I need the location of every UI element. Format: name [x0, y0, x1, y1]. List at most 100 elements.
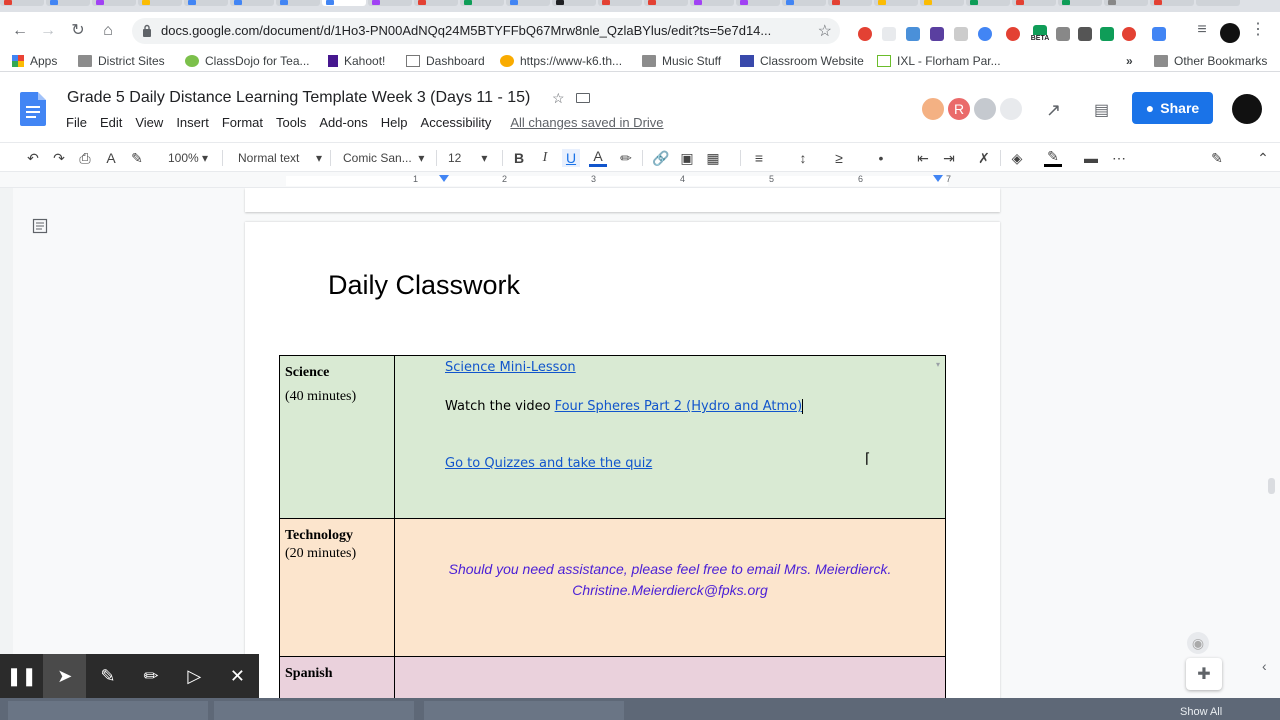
- beta-extension-icon[interactable]: BETA: [1028, 25, 1052, 45]
- bookmark-link[interactable]: ClassDojo for Tea...: [185, 54, 310, 68]
- bookmark-link[interactable]: Classroom Website: [740, 54, 864, 68]
- browser-tab[interactable]: [138, 0, 182, 6]
- menu-addons[interactable]: Add-ons: [319, 115, 367, 130]
- close-icon[interactable]: ✕: [216, 654, 259, 698]
- reading-list-icon[interactable]: ≡: [1192, 20, 1212, 40]
- menu-insert[interactable]: Insert: [176, 115, 209, 130]
- collaborator-avatar[interactable]: R: [946, 96, 972, 122]
- pen-icon[interactable]: ✎: [86, 654, 129, 698]
- browser-tab[interactable]: [828, 0, 872, 6]
- paint-format-icon[interactable]: ✎: [128, 149, 146, 167]
- extension-icon[interactable]: [978, 27, 992, 41]
- scrollbar-thumb[interactable]: [1268, 478, 1275, 494]
- extension-icon[interactable]: [1078, 27, 1092, 41]
- browser-tab[interactable]: [920, 0, 964, 6]
- line-spacing-icon[interactable]: ↕: [794, 149, 812, 167]
- menu-tools[interactable]: Tools: [276, 115, 306, 130]
- zoom-select[interactable]: 100% ▾: [168, 149, 208, 167]
- collapse-menus-icon[interactable]: ⌃: [1254, 149, 1272, 167]
- bookmark-link[interactable]: IXL - Florham Par...: [877, 54, 1001, 68]
- save-status[interactable]: All changes saved in Drive: [510, 115, 663, 130]
- browser-tab[interactable]: [874, 0, 918, 6]
- browser-tab[interactable]: [46, 0, 90, 6]
- extension-icon[interactable]: [1122, 27, 1136, 41]
- border-dash-icon[interactable]: ⋯: [1110, 149, 1128, 167]
- browser-tab[interactable]: [184, 0, 228, 6]
- new-tab-button[interactable]: [1196, 0, 1240, 6]
- more-collaborators-avatar[interactable]: [998, 96, 1024, 122]
- download-item[interactable]: [424, 701, 624, 720]
- kebab-menu-icon[interactable]: ⋮: [1248, 20, 1268, 40]
- right-indent-marker[interactable]: [933, 175, 943, 182]
- decrease-indent-icon[interactable]: ⇤: [914, 149, 932, 167]
- print-icon[interactable]: ⎙: [76, 149, 94, 167]
- star-icon[interactable]: ☆: [552, 90, 565, 106]
- collaborator-avatar[interactable]: [920, 96, 946, 122]
- profile-avatar[interactable]: [1220, 23, 1240, 43]
- download-item[interactable]: [8, 701, 208, 720]
- expand-side-panel-icon[interactable]: ‹: [1262, 658, 1267, 674]
- document-title[interactable]: Grade 5 Daily Distance Learning Template…: [67, 89, 530, 107]
- numbered-list-icon[interactable]: ≥: [830, 149, 848, 167]
- document-page[interactable]: Daily Classwork Science (40 minutes) Sci…: [245, 222, 1000, 698]
- align-icon[interactable]: ≡: [750, 149, 768, 167]
- undo-icon[interactable]: ↶: [24, 149, 42, 167]
- address-bar[interactable]: docs.google.com/document/d/1Ho3-PN00AdNQ…: [132, 18, 840, 44]
- browser-tab[interactable]: [506, 0, 550, 6]
- clear-formatting-icon[interactable]: ✗: [975, 149, 993, 167]
- explore-button[interactable]: ✚: [1186, 658, 1222, 690]
- move-folder-icon[interactable]: [576, 93, 591, 103]
- extension-icon[interactable]: [954, 27, 968, 41]
- subject-cell[interactable]: Spanish: [279, 656, 395, 698]
- browser-tab[interactable]: [368, 0, 412, 6]
- bulleted-list-icon[interactable]: •: [872, 149, 890, 167]
- forward-arrow-icon[interactable]: →: [38, 21, 58, 41]
- bold-icon[interactable]: B: [510, 149, 528, 167]
- browser-tab-active[interactable]: [322, 0, 366, 6]
- italic-icon[interactable]: I: [536, 149, 554, 167]
- redo-icon[interactable]: ↷: [50, 149, 68, 167]
- browser-tab[interactable]: [644, 0, 688, 6]
- extension-icon[interactable]: [882, 27, 896, 41]
- grammar-check-icon[interactable]: ◉: [1187, 632, 1209, 654]
- browser-tab[interactable]: [276, 0, 320, 6]
- activity-cell[interactable]: [394, 656, 946, 698]
- quiz-link[interactable]: Go to Quizzes and take the quiz: [445, 456, 652, 471]
- extension-icon[interactable]: [1152, 27, 1166, 41]
- highlighter-icon[interactable]: ✏: [130, 654, 173, 698]
- pause-icon[interactable]: ❚❚: [0, 654, 43, 698]
- share-button[interactable]: ● Share: [1132, 92, 1213, 124]
- other-bookmarks[interactable]: Other Bookmarks: [1154, 54, 1267, 68]
- browser-tab[interactable]: [598, 0, 642, 6]
- browser-tab[interactable]: [460, 0, 504, 6]
- increase-indent-icon[interactable]: ⇥: [940, 149, 958, 167]
- browser-tab[interactable]: [1012, 0, 1056, 6]
- browser-tab[interactable]: [736, 0, 780, 6]
- browser-tab[interactable]: [690, 0, 734, 6]
- extension-icon[interactable]: [930, 27, 944, 41]
- style-select[interactable]: Normal text ▾: [238, 149, 322, 167]
- bookmark-folder[interactable]: Music Stuff: [642, 54, 721, 68]
- extension-icon[interactable]: [1100, 27, 1114, 41]
- bookmark-link[interactable]: Dashboard: [406, 54, 485, 68]
- subject-cell[interactable]: Science (40 minutes): [279, 355, 395, 519]
- collaborator-avatar[interactable]: [972, 96, 998, 122]
- browser-tab[interactable]: [0, 0, 44, 6]
- activity-cell[interactable]: Science Mini-Lesson Watch the video Four…: [394, 355, 946, 519]
- browser-tab[interactable]: [966, 0, 1010, 6]
- bookmark-star-icon[interactable]: ☆: [818, 21, 832, 41]
- bookmark-apps[interactable]: Apps: [12, 54, 57, 68]
- browser-tab[interactable]: [552, 0, 596, 6]
- menu-file[interactable]: File: [66, 115, 87, 130]
- menu-format[interactable]: Format: [222, 115, 263, 130]
- google-docs-logo-icon[interactable]: [20, 92, 46, 126]
- insert-image-icon[interactable]: ▦: [704, 149, 722, 167]
- cell-background-icon[interactable]: ◈: [1008, 149, 1026, 167]
- extension-icon[interactable]: [1006, 27, 1020, 41]
- browser-tab[interactable]: [1104, 0, 1148, 6]
- font-size-select[interactable]: 12 ▾: [448, 149, 487, 167]
- menu-accessibility[interactable]: Accessibility: [421, 115, 492, 130]
- extension-icon[interactable]: [858, 27, 872, 41]
- font-select[interactable]: Comic San... ▾: [343, 149, 424, 167]
- reload-icon[interactable]: ↻: [68, 21, 88, 41]
